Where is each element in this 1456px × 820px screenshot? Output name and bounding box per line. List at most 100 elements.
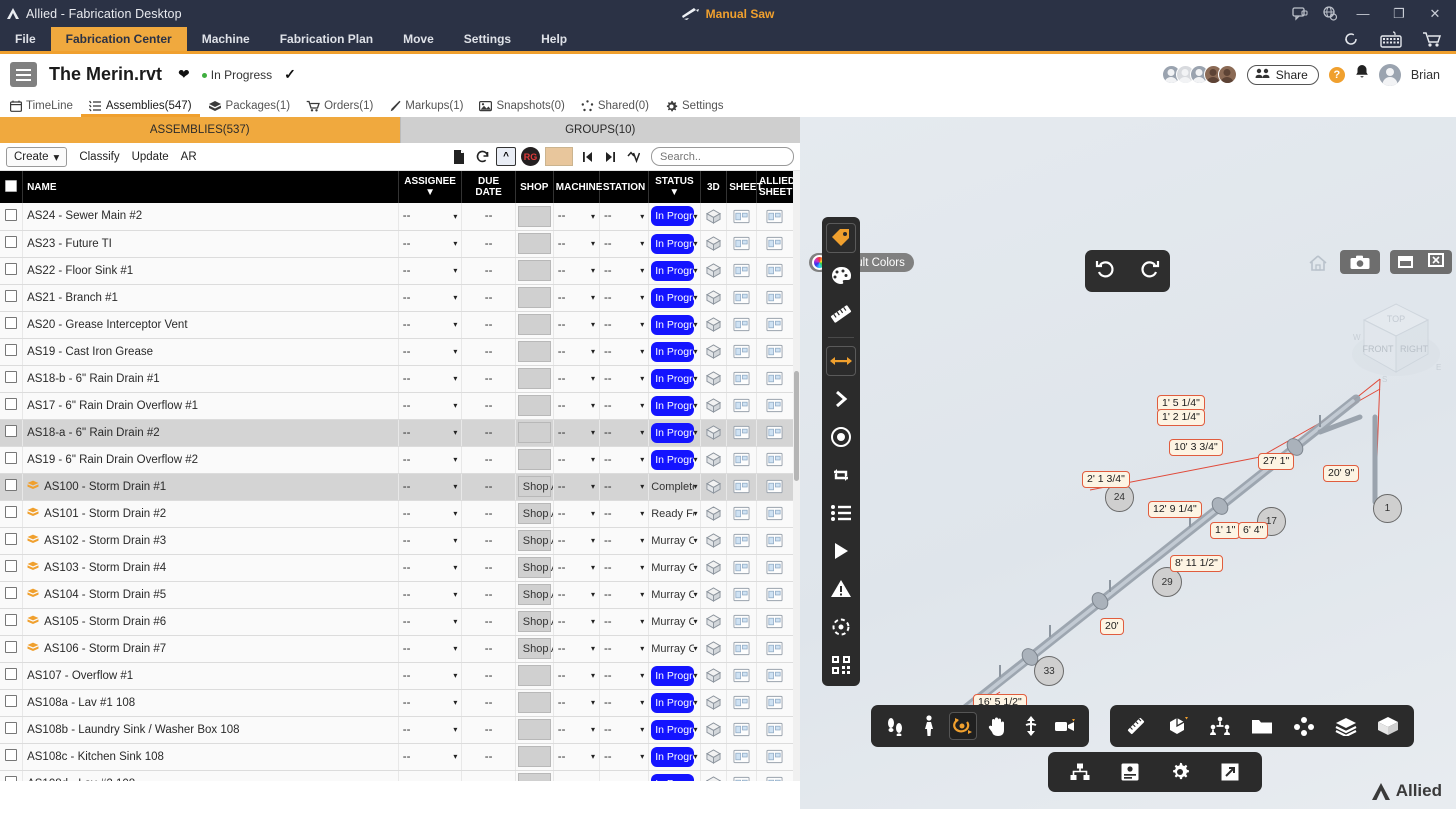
chevron-down-icon[interactable]: ▾ [694,563,698,572]
sheet-button[interactable] [727,527,757,554]
due-date-value[interactable]: -- [462,770,515,781]
shop-value[interactable]: Shop A [518,611,551,632]
station-value[interactable]: --▾ [599,284,648,311]
table-row[interactable]: AS107 - Overflow #1--▾-- --▾--▾In Progre… [0,662,794,689]
assignee-value[interactable]: --▾ [398,554,462,581]
shop-cell[interactable] [515,284,553,311]
machine-value[interactable]: --▾ [553,419,599,446]
assembly-name[interactable]: AS106 - Storm Drain #7 [23,635,399,662]
station-value[interactable]: --▾ [599,554,648,581]
tag-icon[interactable] [826,223,856,253]
status-cell[interactable]: In Progress▾ [649,230,700,257]
shop-cell[interactable] [515,203,553,230]
shop-value[interactable] [518,773,551,781]
sheet-button[interactable] [727,446,757,473]
sheet-button[interactable] [727,554,757,581]
table-row[interactable]: AS104 - Storm Drain #5--▾--Shop A--▾--▾M… [0,581,794,608]
allied-sheet-button[interactable] [756,284,793,311]
allied-sheet-button[interactable] [756,311,793,338]
col-due-date[interactable]: DUE DATE [462,171,515,203]
station-value[interactable]: --▾ [599,203,648,230]
sheet-button[interactable] [727,230,757,257]
row-checkbox[interactable] [0,203,23,230]
last-page-icon[interactable] [601,148,619,166]
chevron-down-icon[interactable]: ▾ [591,698,595,707]
allied-sheet-button[interactable] [756,338,793,365]
allied-sheet-button[interactable] [756,473,793,500]
view-3d-button[interactable] [700,554,727,581]
due-date-value[interactable]: -- [462,230,515,257]
due-date-value[interactable]: -- [462,689,515,716]
avatar[interactable] [1379,64,1401,86]
check-icon[interactable]: ✓ [284,66,296,83]
color-swatch[interactable] [545,147,573,166]
chevron-down-icon[interactable]: ▾ [694,320,698,329]
status-cell[interactable]: In Progress▾ [649,257,700,284]
menu-item-fabrication-plan[interactable]: Fabrication Plan [265,27,388,51]
target-icon[interactable] [826,422,856,452]
chevron-down-icon[interactable]: ▾ [591,455,595,464]
station-value[interactable]: --▾ [599,527,648,554]
allied-sheet-button[interactable] [756,203,793,230]
menu-item-help[interactable]: Help [526,27,582,51]
shop-value[interactable] [518,287,551,308]
chevron-down-icon[interactable]: ▾ [591,239,595,248]
chevron-down-icon[interactable]: ▾ [640,752,644,761]
shop-cell[interactable] [515,311,553,338]
view-3d-button[interactable] [700,743,727,770]
due-date-value[interactable]: -- [462,743,515,770]
allied-sheet-button[interactable] [756,581,793,608]
shop-value[interactable]: Shop A [518,476,551,497]
due-date-value[interactable]: -- [462,635,515,662]
due-date-value[interactable]: -- [462,527,515,554]
shop-cell[interactable] [515,338,553,365]
shop-cell[interactable] [515,743,553,770]
table-row[interactable]: AS102 - Storm Drain #3--▾--Shop A--▾--▾M… [0,527,794,554]
sync-icon[interactable] [1342,30,1360,48]
chevron-down-icon[interactable]: ▾ [640,671,644,680]
create-button[interactable]: Create ▾ [6,147,67,167]
chevron-down-icon[interactable]: ▾ [640,698,644,707]
status-badge[interactable]: In Progress [651,369,693,389]
chevron-down-icon[interactable]: ▾ [591,266,595,275]
assembly-name[interactable]: AS104 - Storm Drain #5 [23,581,399,608]
minimize-button[interactable]: — [1350,0,1376,27]
table-row[interactable]: AS23 - Future TI--▾-- --▾--▾In Progress▾ [0,230,794,257]
chevron-down-icon[interactable]: ▾ [591,617,595,626]
assignee-value[interactable]: --▾ [398,635,462,662]
swap-arrows-icon[interactable] [826,460,856,490]
table-row[interactable]: AS103 - Storm Drain #4--▾--Shop A--▾--▾M… [0,554,794,581]
assignee-value[interactable]: --▾ [398,581,462,608]
machine-value[interactable]: --▾ [553,527,599,554]
chevron-down-icon[interactable]: ▾ [591,752,595,761]
hamburger-icon[interactable] [10,62,37,87]
chevron-down-icon[interactable]: ▾ [694,725,698,734]
folder-icon[interactable] [1248,712,1276,740]
status-badge[interactable]: Murray C [651,562,693,574]
tab-assemblies[interactable]: Assemblies(547) [81,95,200,117]
status-cell[interactable]: Murray C▾ [649,527,700,554]
shop-cell[interactable]: Shop A [515,581,553,608]
chevron-down-icon[interactable]: ▾ [694,779,698,781]
table-scrollbar[interactable] [793,171,800,781]
station-value[interactable]: --▾ [599,365,648,392]
shop-cell[interactable]: Shop A [515,473,553,500]
sheet-button[interactable] [727,419,757,446]
view-3d-button[interactable] [700,311,727,338]
assignee-value[interactable]: --▾ [398,716,462,743]
assembly-name[interactable]: AS108c - Kitchen Sink 108 [23,743,399,770]
chevron-down-icon[interactable]: ▾ [453,212,457,221]
station-value[interactable]: --▾ [599,311,648,338]
table-row[interactable]: AS20 - Grease Interceptor Vent--▾-- --▾-… [0,311,794,338]
status-badge[interactable]: In Progress [651,450,693,470]
col-sheet[interactable]: SHEET [727,171,757,203]
assembly-name[interactable]: AS102 - Storm Drain #3 [23,527,399,554]
view-3d-button[interactable] [700,770,727,781]
allied-sheet-button[interactable] [756,689,793,716]
shop-value[interactable] [518,422,551,443]
chevron-right-icon[interactable] [826,384,856,414]
pipe-node[interactable]: 1 [1373,494,1402,523]
due-date-value[interactable]: -- [462,284,515,311]
chevron-down-icon[interactable]: ▾ [453,779,457,781]
chevron-down-icon[interactable]: ▾ [591,212,595,221]
